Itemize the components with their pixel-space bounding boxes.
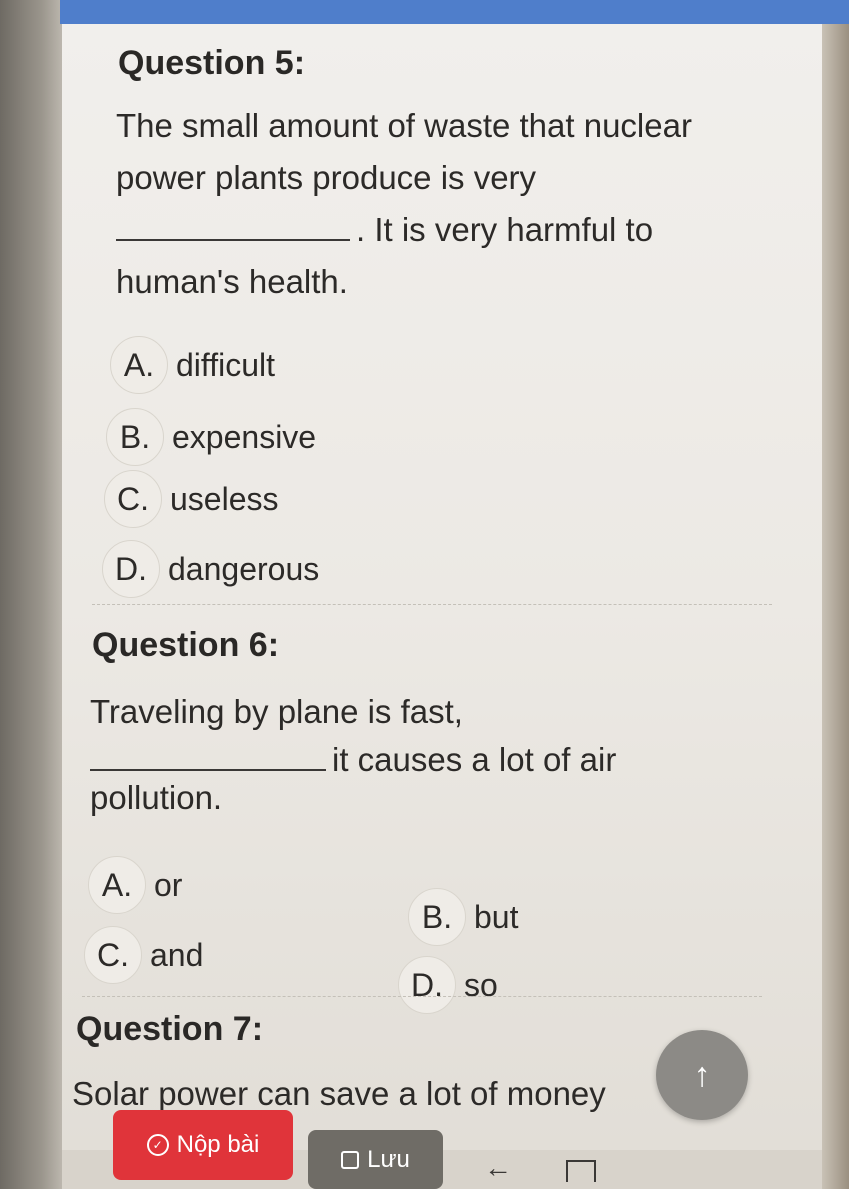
option-text: but xyxy=(474,898,519,935)
q6-option-c[interactable]: C. and xyxy=(84,926,204,984)
arrow-up-icon: ↑ xyxy=(693,1055,711,1094)
option-letter: D. xyxy=(115,550,147,587)
device-shadow xyxy=(822,0,849,1189)
question-5-line-4: human's health. xyxy=(116,263,348,300)
option-radio[interactable]: C. xyxy=(84,926,142,984)
question-6-title: Question 6: xyxy=(92,626,280,664)
option-letter: B. xyxy=(119,418,151,455)
question-5-line-2: power plants produce is very xyxy=(116,159,537,196)
option-radio[interactable]: A. xyxy=(110,336,168,394)
question-5-line-3-text: . It is very harmful to xyxy=(356,211,654,248)
option-letter: D. xyxy=(411,966,443,1003)
option-letter: A. xyxy=(123,346,155,383)
device-edge xyxy=(0,0,70,1189)
option-radio[interactable]: B. xyxy=(408,888,466,946)
question-divider xyxy=(82,996,762,997)
question-5-line-1: The small amount of waste that nuclear xyxy=(116,107,692,144)
question-5-line-3: . It is very harmful to xyxy=(116,204,796,256)
question-divider xyxy=(92,604,772,605)
option-text: so xyxy=(464,966,498,1003)
q6-option-b[interactable]: B. but xyxy=(408,888,519,946)
option-text: difficult xyxy=(176,346,276,383)
q5-option-d[interactable]: D. dangerous xyxy=(102,540,320,598)
save-button[interactable]: Lưu xyxy=(308,1130,443,1189)
top-bar xyxy=(60,0,849,24)
question-7-title: Question 7: xyxy=(76,1010,264,1048)
q5-option-a[interactable]: A. difficult xyxy=(110,336,276,394)
submit-button[interactable]: ✓ Nộp bài xyxy=(113,1110,293,1180)
option-letter: A. xyxy=(101,866,133,903)
option-radio[interactable]: D. xyxy=(398,956,456,1014)
q5-option-c[interactable]: C. useless xyxy=(104,470,279,528)
answer-blank xyxy=(90,769,326,771)
option-letter: B. xyxy=(421,898,453,935)
submit-button-label: Nộp bài xyxy=(176,1131,260,1158)
option-radio[interactable]: D. xyxy=(102,540,160,598)
option-radio[interactable]: A. xyxy=(88,856,146,914)
q6-option-d[interactable]: D. so xyxy=(398,956,498,1014)
option-text: and xyxy=(150,936,204,973)
question-5-title: Question 5: xyxy=(118,44,306,82)
answer-blank xyxy=(116,239,350,241)
option-text: expensive xyxy=(172,418,317,455)
save-button-label: Lưu xyxy=(367,1145,410,1173)
option-letter: C. xyxy=(117,480,149,517)
question-5-text: The small amount of waste that nuclear p… xyxy=(116,100,796,308)
recent-apps-icon[interactable] xyxy=(566,1160,596,1182)
check-circle-icon: ✓ xyxy=(146,1134,169,1156)
option-text: or xyxy=(154,866,183,903)
option-radio[interactable]: C. xyxy=(104,470,162,528)
question-6-line-1: Traveling by plane is fast, xyxy=(90,693,463,730)
q6-option-a[interactable]: A. or xyxy=(88,856,183,914)
q5-option-b[interactable]: B. expensive xyxy=(106,408,317,466)
scroll-to-top-button[interactable]: ↑ xyxy=(656,1030,748,1120)
option-text: dangerous xyxy=(168,550,320,587)
question-6-line-2-text: it causes a lot of air xyxy=(332,741,617,778)
option-text: useless xyxy=(170,480,279,517)
save-icon xyxy=(341,1150,360,1169)
back-arrow-icon[interactable]: ← xyxy=(484,1152,512,1184)
question-6-text: Traveling by plane is fast, it causes a … xyxy=(90,686,770,824)
option-letter: C. xyxy=(97,936,129,973)
option-radio[interactable]: B. xyxy=(106,408,164,466)
